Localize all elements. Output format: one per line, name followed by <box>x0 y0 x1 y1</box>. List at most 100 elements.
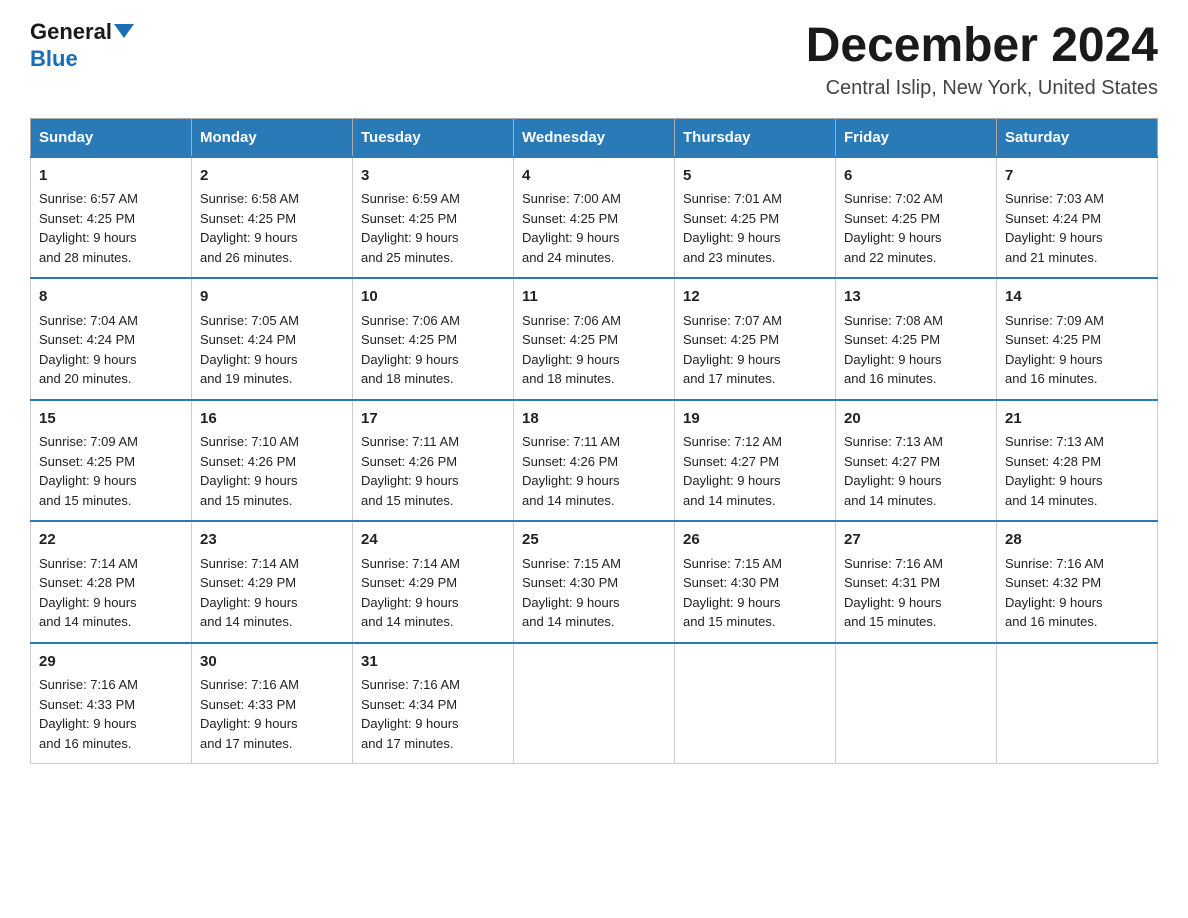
day-number: 18 <box>522 408 666 431</box>
calendar-week-row: 15 Sunrise: 7:09 AMSunset: 4:25 PMDaylig… <box>31 400 1158 522</box>
day-info: Sunrise: 7:02 AMSunset: 4:25 PMDaylight:… <box>844 191 943 265</box>
day-number: 20 <box>844 408 988 431</box>
page-header: General Blue December 2024 Central Islip… <box>30 20 1158 100</box>
day-number: 23 <box>200 529 344 552</box>
table-row <box>675 643 836 764</box>
table-row: 22 Sunrise: 7:14 AMSunset: 4:28 PMDaylig… <box>31 521 192 643</box>
day-info: Sunrise: 7:07 AMSunset: 4:25 PMDaylight:… <box>683 313 782 387</box>
logo: General Blue <box>30 20 134 72</box>
day-number: 13 <box>844 286 988 309</box>
day-info: Sunrise: 7:15 AMSunset: 4:30 PMDaylight:… <box>522 556 621 630</box>
table-row: 4 Sunrise: 7:00 AMSunset: 4:25 PMDayligh… <box>514 157 675 279</box>
table-row: 2 Sunrise: 6:58 AMSunset: 4:25 PMDayligh… <box>192 157 353 279</box>
day-info: Sunrise: 7:14 AMSunset: 4:28 PMDaylight:… <box>39 556 138 630</box>
day-info: Sunrise: 7:04 AMSunset: 4:24 PMDaylight:… <box>39 313 138 387</box>
day-info: Sunrise: 7:11 AMSunset: 4:26 PMDaylight:… <box>522 434 620 508</box>
day-info: Sunrise: 7:13 AMSunset: 4:28 PMDaylight:… <box>1005 434 1104 508</box>
day-number: 15 <box>39 408 183 431</box>
day-info: Sunrise: 7:13 AMSunset: 4:27 PMDaylight:… <box>844 434 943 508</box>
table-row: 29 Sunrise: 7:16 AMSunset: 4:33 PMDaylig… <box>31 643 192 764</box>
table-row: 24 Sunrise: 7:14 AMSunset: 4:29 PMDaylig… <box>353 521 514 643</box>
header-friday: Friday <box>836 118 997 157</box>
day-info: Sunrise: 7:12 AMSunset: 4:27 PMDaylight:… <box>683 434 782 508</box>
day-number: 16 <box>200 408 344 431</box>
table-row <box>836 643 997 764</box>
table-row: 17 Sunrise: 7:11 AMSunset: 4:26 PMDaylig… <box>353 400 514 522</box>
calendar-week-row: 22 Sunrise: 7:14 AMSunset: 4:28 PMDaylig… <box>31 521 1158 643</box>
day-info: Sunrise: 7:09 AMSunset: 4:25 PMDaylight:… <box>1005 313 1104 387</box>
day-number: 8 <box>39 286 183 309</box>
table-row: 12 Sunrise: 7:07 AMSunset: 4:25 PMDaylig… <box>675 278 836 400</box>
day-info: Sunrise: 7:05 AMSunset: 4:24 PMDaylight:… <box>200 313 299 387</box>
day-number: 5 <box>683 165 827 188</box>
day-info: Sunrise: 7:08 AMSunset: 4:25 PMDaylight:… <box>844 313 943 387</box>
day-info: Sunrise: 6:58 AMSunset: 4:25 PMDaylight:… <box>200 191 299 265</box>
table-row: 3 Sunrise: 6:59 AMSunset: 4:25 PMDayligh… <box>353 157 514 279</box>
header-sunday: Sunday <box>31 118 192 157</box>
table-row: 28 Sunrise: 7:16 AMSunset: 4:32 PMDaylig… <box>997 521 1158 643</box>
table-row: 16 Sunrise: 7:10 AMSunset: 4:26 PMDaylig… <box>192 400 353 522</box>
day-number: 6 <box>844 165 988 188</box>
day-info: Sunrise: 7:11 AMSunset: 4:26 PMDaylight:… <box>361 434 459 508</box>
table-row: 27 Sunrise: 7:16 AMSunset: 4:31 PMDaylig… <box>836 521 997 643</box>
table-row <box>997 643 1158 764</box>
day-info: Sunrise: 7:09 AMSunset: 4:25 PMDaylight:… <box>39 434 138 508</box>
day-number: 17 <box>361 408 505 431</box>
header-tuesday: Tuesday <box>353 118 514 157</box>
table-row: 25 Sunrise: 7:15 AMSunset: 4:30 PMDaylig… <box>514 521 675 643</box>
day-number: 22 <box>39 529 183 552</box>
location-subtitle: Central Islip, New York, United States <box>806 77 1158 100</box>
table-row: 15 Sunrise: 7:09 AMSunset: 4:25 PMDaylig… <box>31 400 192 522</box>
month-title: December 2024 <box>806 20 1158 73</box>
day-number: 2 <box>200 165 344 188</box>
day-number: 25 <box>522 529 666 552</box>
table-row: 20 Sunrise: 7:13 AMSunset: 4:27 PMDaylig… <box>836 400 997 522</box>
day-number: 12 <box>683 286 827 309</box>
logo-triangle-icon <box>114 24 134 38</box>
calendar-table: Sunday Monday Tuesday Wednesday Thursday… <box>30 118 1158 765</box>
table-row: 18 Sunrise: 7:11 AMSunset: 4:26 PMDaylig… <box>514 400 675 522</box>
day-number: 1 <box>39 165 183 188</box>
calendar-week-row: 29 Sunrise: 7:16 AMSunset: 4:33 PMDaylig… <box>31 643 1158 764</box>
day-info: Sunrise: 7:01 AMSunset: 4:25 PMDaylight:… <box>683 191 782 265</box>
day-info: Sunrise: 7:15 AMSunset: 4:30 PMDaylight:… <box>683 556 782 630</box>
logo-blue: Blue <box>30 46 78 72</box>
table-row: 6 Sunrise: 7:02 AMSunset: 4:25 PMDayligh… <box>836 157 997 279</box>
day-number: 3 <box>361 165 505 188</box>
title-area: December 2024 Central Islip, New York, U… <box>806 20 1158 100</box>
table-row: 26 Sunrise: 7:15 AMSunset: 4:30 PMDaylig… <box>675 521 836 643</box>
table-row: 8 Sunrise: 7:04 AMSunset: 4:24 PMDayligh… <box>31 278 192 400</box>
header-thursday: Thursday <box>675 118 836 157</box>
calendar-week-row: 1 Sunrise: 6:57 AMSunset: 4:25 PMDayligh… <box>31 157 1158 279</box>
day-info: Sunrise: 7:16 AMSunset: 4:34 PMDaylight:… <box>361 677 460 751</box>
table-row: 10 Sunrise: 7:06 AMSunset: 4:25 PMDaylig… <box>353 278 514 400</box>
table-row: 21 Sunrise: 7:13 AMSunset: 4:28 PMDaylig… <box>997 400 1158 522</box>
day-number: 14 <box>1005 286 1149 309</box>
table-row: 13 Sunrise: 7:08 AMSunset: 4:25 PMDaylig… <box>836 278 997 400</box>
day-number: 26 <box>683 529 827 552</box>
table-row: 19 Sunrise: 7:12 AMSunset: 4:27 PMDaylig… <box>675 400 836 522</box>
table-row: 1 Sunrise: 6:57 AMSunset: 4:25 PMDayligh… <box>31 157 192 279</box>
logo-general: General <box>30 19 112 44</box>
day-number: 24 <box>361 529 505 552</box>
table-row <box>514 643 675 764</box>
header-wednesday: Wednesday <box>514 118 675 157</box>
day-number: 29 <box>39 651 183 674</box>
day-number: 21 <box>1005 408 1149 431</box>
day-number: 10 <box>361 286 505 309</box>
table-row: 9 Sunrise: 7:05 AMSunset: 4:24 PMDayligh… <box>192 278 353 400</box>
header-saturday: Saturday <box>997 118 1158 157</box>
day-info: Sunrise: 7:16 AMSunset: 4:32 PMDaylight:… <box>1005 556 1104 630</box>
table-row: 14 Sunrise: 7:09 AMSunset: 4:25 PMDaylig… <box>997 278 1158 400</box>
day-number: 30 <box>200 651 344 674</box>
day-number: 11 <box>522 286 666 309</box>
table-row: 23 Sunrise: 7:14 AMSunset: 4:29 PMDaylig… <box>192 521 353 643</box>
day-info: Sunrise: 7:16 AMSunset: 4:33 PMDaylight:… <box>39 677 138 751</box>
day-info: Sunrise: 6:57 AMSunset: 4:25 PMDaylight:… <box>39 191 138 265</box>
day-number: 28 <box>1005 529 1149 552</box>
header-monday: Monday <box>192 118 353 157</box>
day-info: Sunrise: 7:03 AMSunset: 4:24 PMDaylight:… <box>1005 191 1104 265</box>
day-info: Sunrise: 7:06 AMSunset: 4:25 PMDaylight:… <box>522 313 621 387</box>
table-row: 30 Sunrise: 7:16 AMSunset: 4:33 PMDaylig… <box>192 643 353 764</box>
calendar-week-row: 8 Sunrise: 7:04 AMSunset: 4:24 PMDayligh… <box>31 278 1158 400</box>
